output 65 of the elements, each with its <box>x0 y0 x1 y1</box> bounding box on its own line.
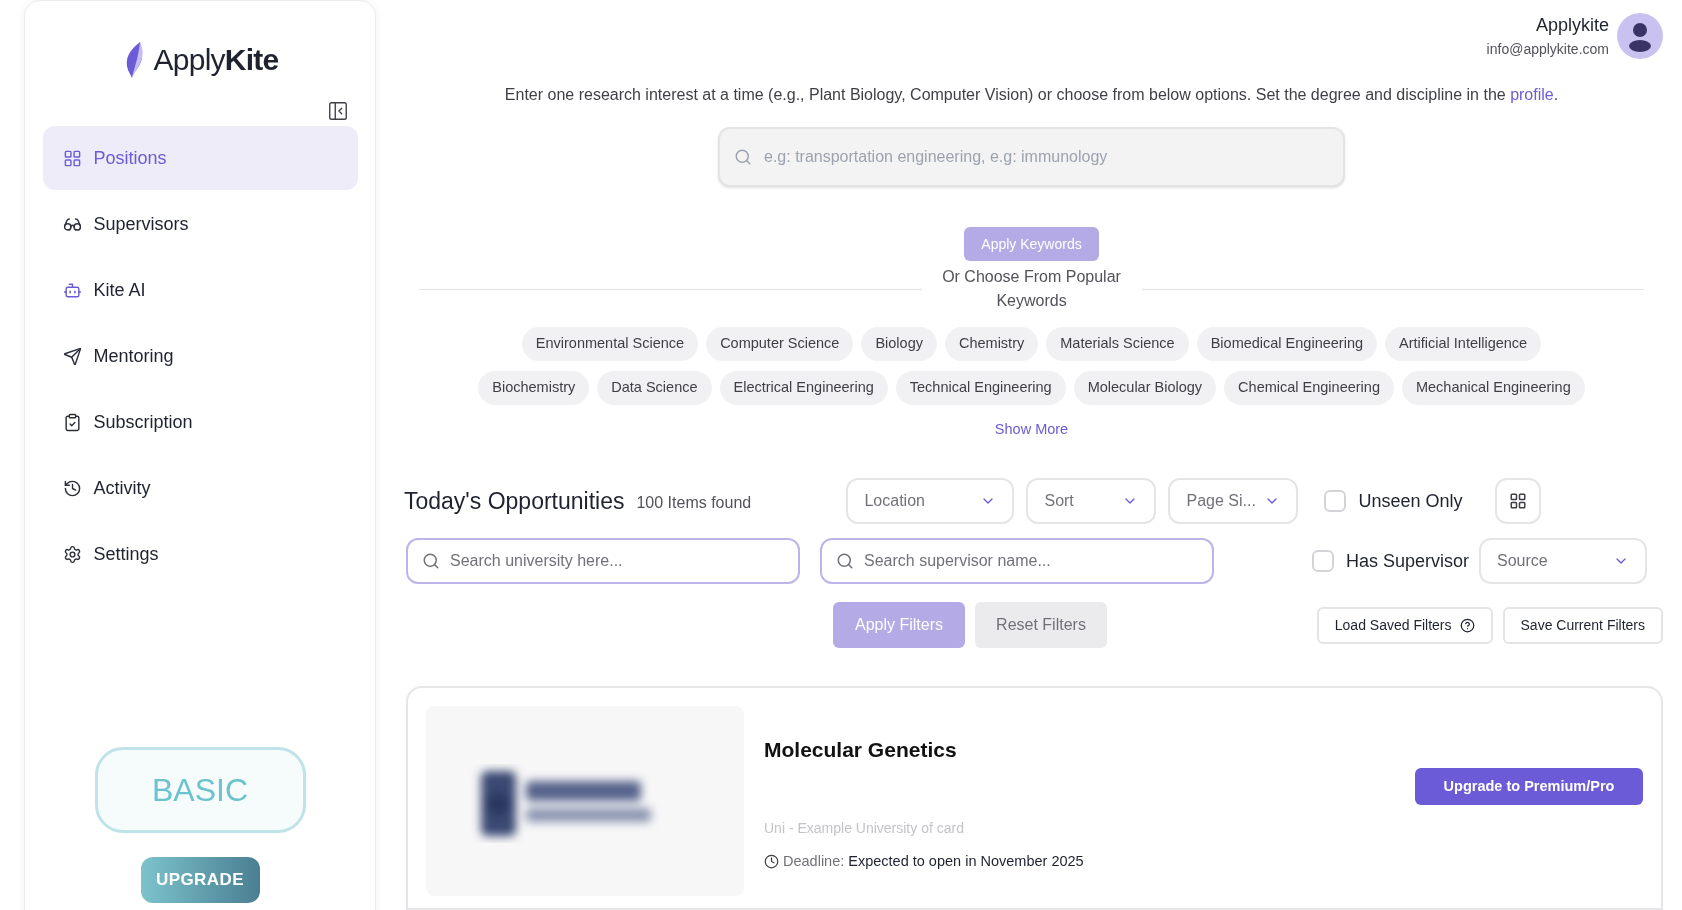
keyword-chip[interactable]: Mechanical Engineering <box>1401 371 1585 406</box>
dropdown[interactable]: Sort <box>1026 478 1157 525</box>
grid-icon <box>1508 492 1527 511</box>
card-title: Molecular Genetics <box>764 737 958 764</box>
sidebar-item[interactable]: Positions <box>42 126 358 190</box>
keyword-chip[interactable]: Technical Engineering <box>895 371 1066 406</box>
clock-icon <box>764 853 779 869</box>
section-title: Today's Opportunities <box>404 486 625 516</box>
user-email: info@applykite.com <box>1486 39 1609 59</box>
upgrade-premium-button[interactable]: Upgrade to Premium/Pro <box>1415 768 1643 806</box>
keyword-chip[interactable]: Materials Science <box>1046 327 1189 362</box>
keyword-chip[interactable]: Chemical Engineering <box>1224 371 1394 406</box>
show-more-link[interactable]: Show More <box>994 419 1069 442</box>
user-name: Applykite <box>1535 13 1609 37</box>
keyword-chip[interactable]: Molecular Biology <box>1073 371 1217 406</box>
keyword-chip[interactable]: Chemistry <box>944 327 1039 362</box>
sidebar-item[interactable]: Supervisors <box>42 192 358 256</box>
keyword-chip[interactable]: Environmental Science <box>521 327 699 362</box>
keyword-chip[interactable]: Biochemistry <box>478 371 590 406</box>
help-icon <box>1459 617 1475 633</box>
university-text: Uni - Example University of card <box>764 818 965 838</box>
avatar-icon[interactable] <box>1617 12 1663 59</box>
instruction-text: Enter one research interest at a time (e.g., Plant Biology, Computer Vision) or choose from below options. Set the degree and discipline in the profile. <box>503 85 1560 105</box>
save-current-filters-button[interactable]: Save Current Filters <box>1502 606 1663 644</box>
checkbox[interactable] <box>1324 490 1347 513</box>
load-saved-filters-button[interactable]: Load Saved Filters <box>1316 606 1493 644</box>
sidebar-item[interactable]: Activity <box>42 456 358 520</box>
history-icon <box>62 478 82 498</box>
reset-filters-button[interactable]: Reset Filters <box>975 602 1107 649</box>
search-icon <box>422 552 440 571</box>
items-count: 100 Items found <box>636 493 753 514</box>
clipboard-check-icon <box>62 412 82 432</box>
collapse-sidebar-icon[interactable] <box>327 100 349 122</box>
sidebar-item[interactable]: Mentoring <box>42 324 358 388</box>
paper-plane-icon <box>62 346 82 366</box>
deadline-text: Expected to open in November 2025 <box>848 851 1084 871</box>
checkbox-label: Has Supervisor <box>1346 549 1470 573</box>
settings-icon <box>62 544 82 564</box>
bot-icon <box>62 280 82 300</box>
keyword-chip[interactable]: Electrical Engineering <box>719 371 888 406</box>
search-icon <box>734 148 752 166</box>
keyword-chip[interactable]: Artificial Intelligence <box>1385 327 1542 362</box>
search-icon <box>836 552 854 571</box>
logo-text: ApplyKite <box>153 42 279 78</box>
grid-icon <box>62 148 82 168</box>
checkbox-label: Unseen Only <box>1358 489 1463 513</box>
keyword-search-field[interactable]: e.g: transportation engineering, e.g: immunology <box>718 127 1345 187</box>
keyword-chip[interactable]: Biomedical Engineering <box>1196 327 1377 362</box>
dropdown[interactable]: Page Si... <box>1168 478 1299 525</box>
supervisor-search-field[interactable]: Search supervisor name... <box>820 538 1214 585</box>
dropdown[interactable]: Location <box>846 478 1015 525</box>
sidebar-item[interactable]: Kite AI <box>42 258 358 322</box>
checkbox[interactable] <box>1312 550 1334 573</box>
profile-link[interactable]: profile <box>1510 86 1554 103</box>
keyword-chip[interactable]: Biology <box>861 327 937 362</box>
plan-badge: BASIC <box>94 747 306 833</box>
dropdown[interactable]: Source <box>1479 538 1648 585</box>
sidebar-item[interactable]: Settings <box>42 522 358 586</box>
deadline-label: Deadline: <box>783 851 845 871</box>
grid-view-button[interactable] <box>1494 478 1541 525</box>
keyword-chip[interactable]: Computer Science <box>706 327 854 362</box>
university-search-field[interactable]: Search university here... <box>406 538 800 585</box>
sidebar-item[interactable]: Subscription <box>42 390 358 454</box>
popular-keywords-heading: Or Choose From Popular Keywords <box>941 267 1122 312</box>
keyword-chip[interactable]: Data Science <box>597 371 712 406</box>
